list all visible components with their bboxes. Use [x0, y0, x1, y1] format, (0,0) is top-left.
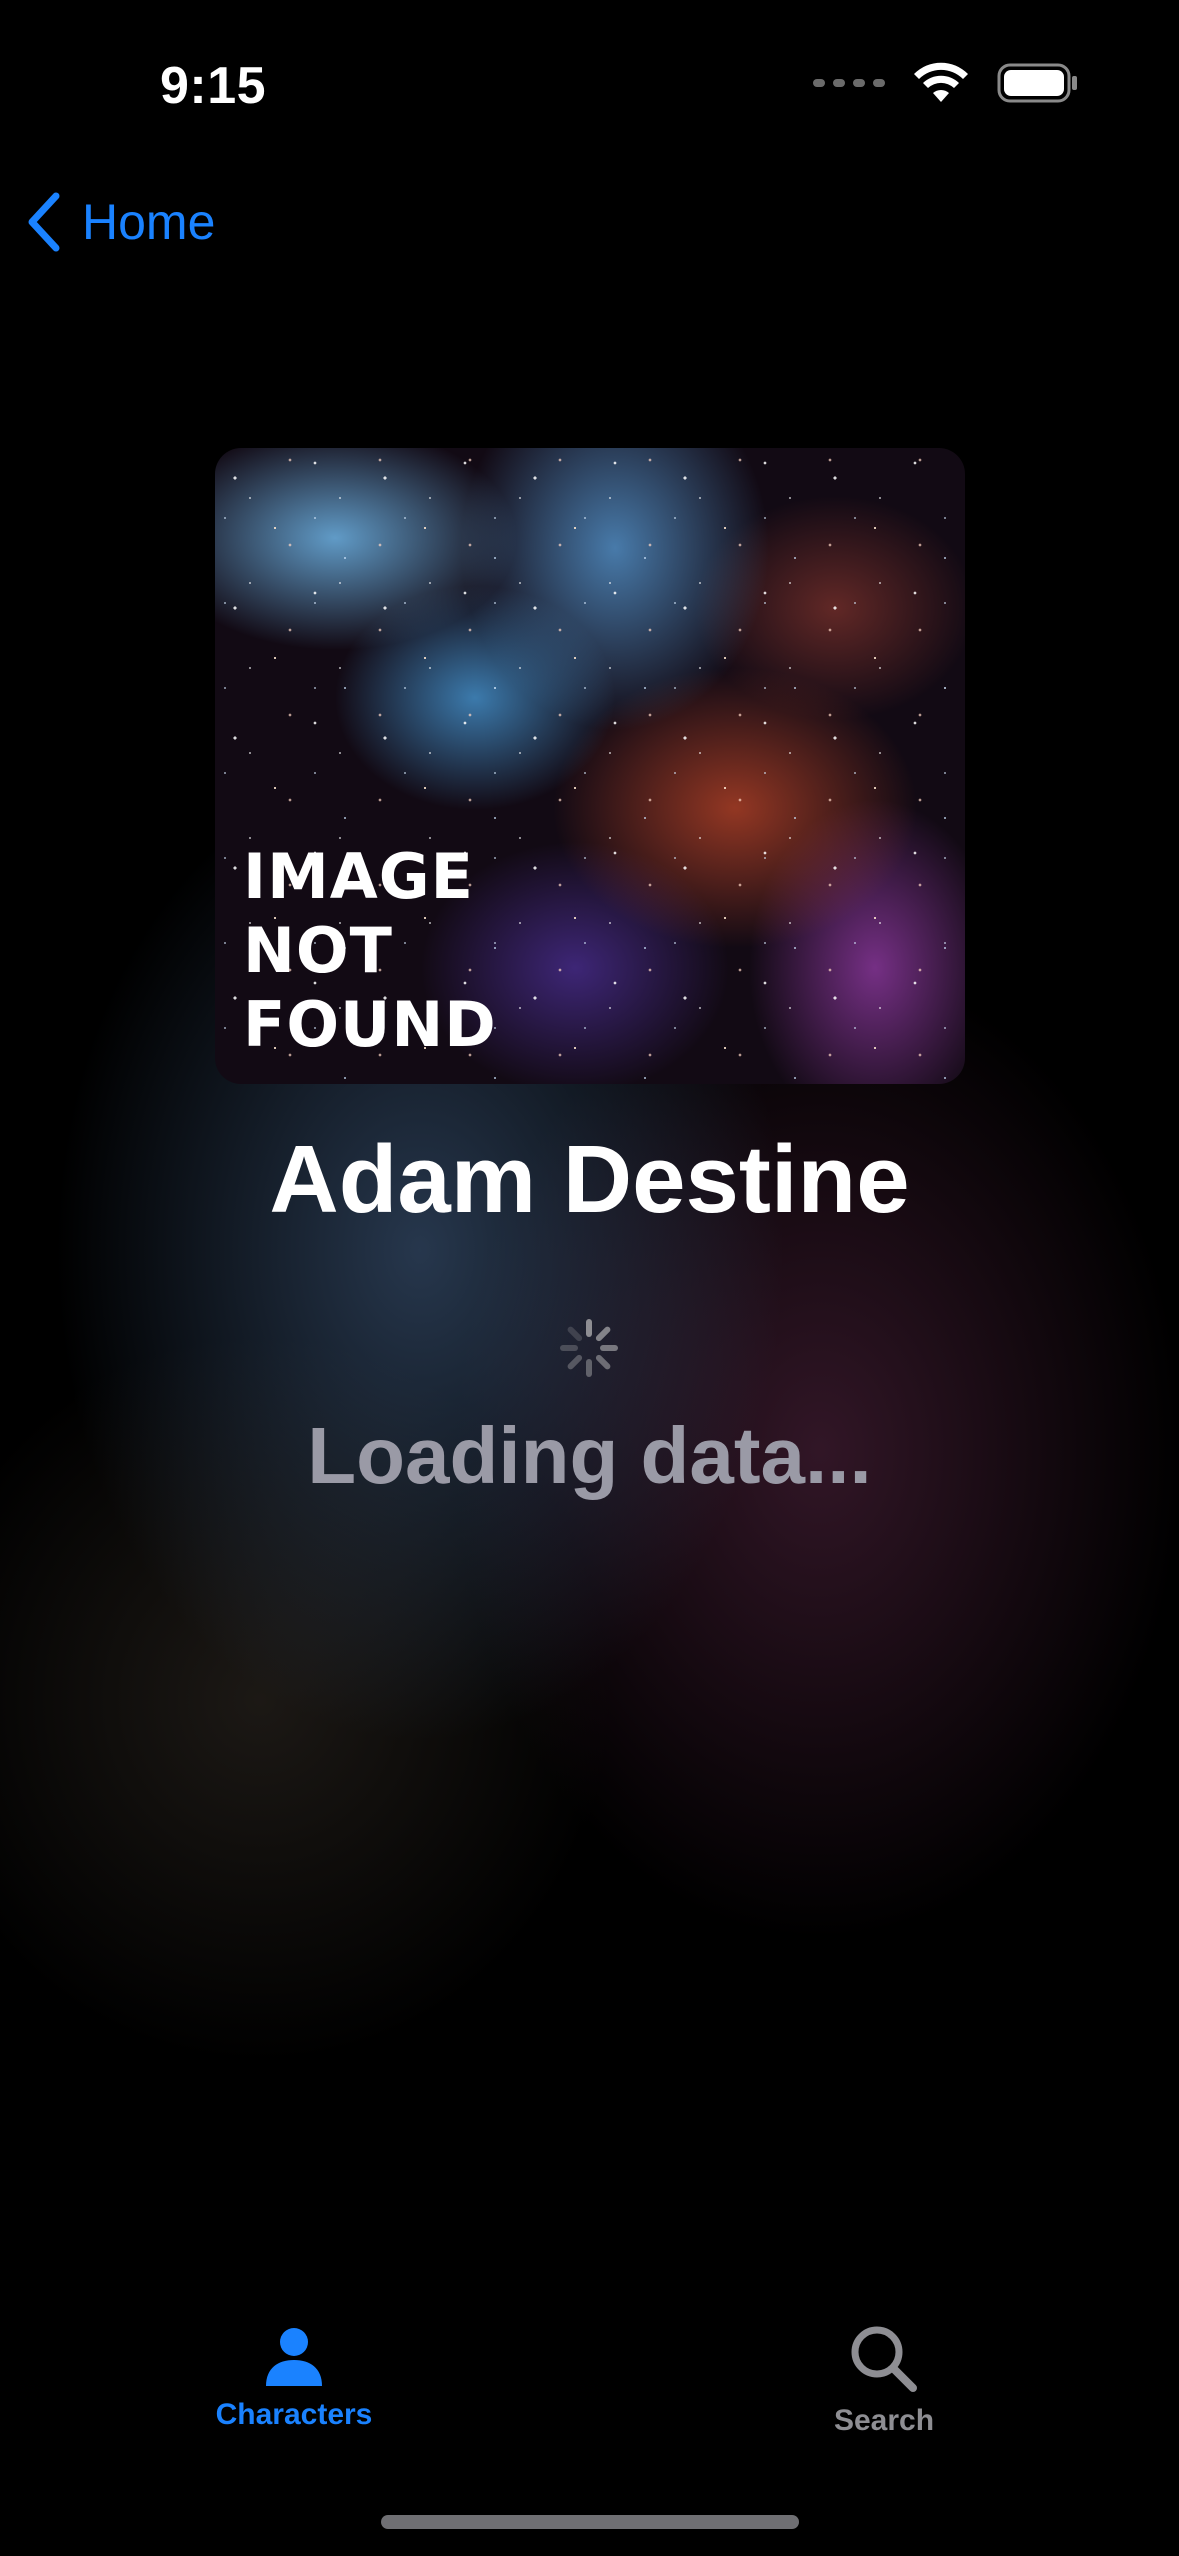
back-label: Home [82, 194, 216, 250]
person-icon [266, 2328, 322, 2386]
status-indicators [813, 62, 1079, 104]
character-image: IMAGE NOT FOUND [215, 448, 965, 1084]
chevron-left-icon [28, 192, 60, 252]
loading-spinner-icon [560, 1319, 618, 1377]
tab-characters-label: Characters [215, 2398, 373, 2431]
tab-characters[interactable]: Characters [144, 2324, 444, 2432]
tab-bar: Characters Search [0, 2300, 1179, 2480]
cellular-signal-icon [813, 79, 885, 87]
battery-icon [997, 63, 1077, 103]
status-time: 9:15 [160, 57, 267, 115]
loading-text: Loading data... [307, 1411, 872, 1500]
search-icon [851, 2326, 917, 2392]
home-indicator[interactable] [381, 2515, 799, 2529]
image-not-found-label: IMAGE NOT FOUND [243, 840, 497, 1061]
tab-search-label: Search [833, 2404, 935, 2437]
back-button[interactable]: Home [24, 192, 215, 252]
tab-search[interactable]: Search [734, 2324, 1034, 2438]
wifi-icon [914, 62, 968, 102]
character-name: Adam Destine [269, 1126, 910, 1233]
screen: 9:15 Home IMAGE NOT FOUND Adam Destine L… [0, 0, 1179, 2556]
